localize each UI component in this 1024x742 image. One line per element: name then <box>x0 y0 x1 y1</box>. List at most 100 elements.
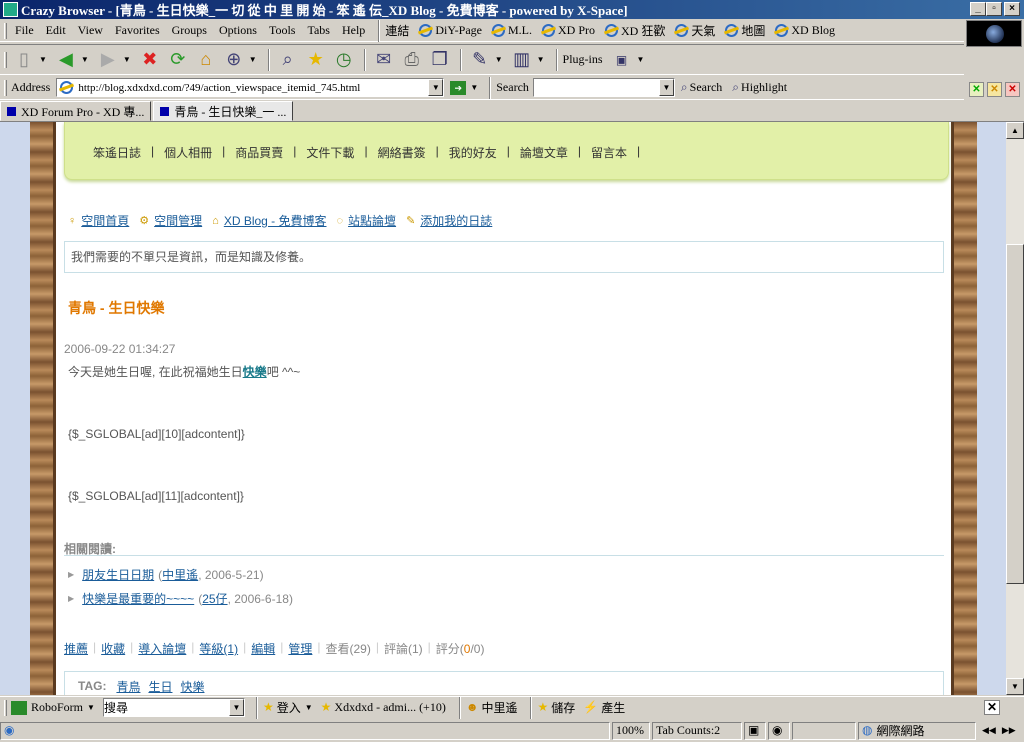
edit-link[interactable]: 編輯 <box>251 640 275 657</box>
login-button[interactable]: ★ 登入 ▼ <box>263 699 313 716</box>
link-ml[interactable]: M.L. <box>492 23 532 38</box>
search-icon[interactable]: ⌕ <box>275 47 301 73</box>
home-icon[interactable]: ⌂ <box>193 47 219 73</box>
roboform-search-dropdown-icon[interactable]: ▼ <box>228 699 244 716</box>
link-xd-pro[interactable]: XD Pro <box>542 23 595 38</box>
menu-tabs[interactable]: Tabs <box>303 23 334 38</box>
forward-icon[interactable]: ▶ <box>95 47 121 73</box>
close-window-button[interactable]: × <box>1004 2 1020 16</box>
quicklink-xd-blog[interactable]: ⌂ XD Blog - 免費博客 <box>212 212 326 229</box>
nav-item-guestbook[interactable]: 留言本 <box>591 144 627 161</box>
roboform-menu[interactable]: RoboForm ▼ <box>11 700 95 715</box>
plugins-label[interactable]: Plug-ins <box>563 52 603 67</box>
import-forum-link[interactable]: 導入論壇 <box>138 640 186 657</box>
vertical-scrollbar[interactable]: ▲ ▼ <box>1006 122 1024 695</box>
status-prev-icon[interactable]: ◀◀ <box>982 725 996 736</box>
nav-item-forum-posts[interactable]: 論壇文章 <box>520 144 568 161</box>
rating-link[interactable]: 等級(1) <box>199 640 238 657</box>
tag-link[interactable]: 生日 <box>148 678 172 695</box>
plugin-dropdown-icon[interactable]: ▼ <box>637 55 645 64</box>
plugin-icon[interactable]: ▣ <box>609 47 635 73</box>
menu-favorites[interactable]: Favorites <box>111 23 164 38</box>
edit-dropdown-icon[interactable]: ▼ <box>495 55 503 64</box>
nav-item-files[interactable]: 文件下載 <box>306 144 354 161</box>
favorites-star-icon[interactable]: ★ <box>303 47 329 73</box>
menu-file[interactable]: File <box>11 23 38 38</box>
tile-orange-icon[interactable]: ✕ <box>987 82 1002 97</box>
tag-link[interactable]: 青鳥 <box>116 678 140 695</box>
scroll-down-icon[interactable]: ▼ <box>1006 678 1024 695</box>
quicklink-home[interactable]: ♀ 空間首頁 <box>68 212 129 229</box>
back-icon[interactable]: ◀ <box>53 47 79 73</box>
tag-link[interactable]: 快樂 <box>180 678 204 695</box>
quicklink-forum[interactable]: ◌ 站點論壇 <box>337 212 397 229</box>
generate-button[interactable]: ⚡ 產生 <box>583 699 625 716</box>
new-dropdown-icon[interactable]: ▼ <box>39 55 47 64</box>
related-item-link[interactable]: 朋友生日日期 <box>82 566 154 583</box>
close-roboform-icon[interactable]: ✕ <box>984 700 1000 715</box>
related-item-author[interactable]: 25仔 <box>202 590 227 607</box>
new-window-icon[interactable]: ❐ <box>427 47 453 73</box>
save-button[interactable]: ★ 儲存 <box>537 699 575 716</box>
highlight-icon: ⌕ <box>732 80 740 94</box>
minimize-button[interactable]: _ <box>970 2 986 16</box>
nav-item-market[interactable]: 商品買賣 <box>235 144 283 161</box>
nav-item-friends[interactable]: 我的好友 <box>449 144 497 161</box>
link-diy-page[interactable]: DiY-Page <box>419 23 482 38</box>
manage-link[interactable]: 管理 <box>288 640 312 657</box>
address-dropdown-icon[interactable]: ▼ <box>428 79 444 96</box>
zoom-icon[interactable]: ⊕ <box>221 47 247 73</box>
link-xd-party[interactable]: XD 狂歡 <box>605 22 665 39</box>
menu-help[interactable]: Help <box>338 23 369 38</box>
zoom-level[interactable]: 100% <box>612 721 650 740</box>
go-dropdown-icon[interactable]: ▼ <box>470 83 478 92</box>
tab-xd-forum[interactable]: XD Forum Pro - XD 專... <box>0 101 152 121</box>
highlight-button[interactable]: ⌕ Highlight <box>732 80 787 95</box>
close-tab-icon[interactable]: ✕ <box>1005 82 1020 97</box>
tab-birthday-post[interactable]: 青鳥 - 生日快樂_一 ... <box>153 101 294 121</box>
new-page-icon[interactable]: ▯ <box>11 47 37 73</box>
tile-windows-icon[interactable]: ▥ <box>509 47 535 73</box>
link-weather[interactable]: 天氣 <box>675 22 715 39</box>
history-icon[interactable]: ◷ <box>331 47 357 73</box>
zoom-dropdown-icon[interactable]: ▼ <box>249 55 257 64</box>
refresh-icon[interactable]: ⟳ <box>165 47 191 73</box>
search-dropdown-icon[interactable]: ▼ <box>658 79 674 96</box>
stop-icon[interactable]: ✖ <box>137 47 163 73</box>
tile-green-icon[interactable]: ✕ <box>969 82 984 97</box>
post-keyword-link[interactable]: 快樂 <box>243 365 267 379</box>
nav-item-album[interactable]: 個人相冊 <box>164 144 212 161</box>
scroll-up-icon[interactable]: ▲ <box>1006 122 1024 139</box>
menu-options[interactable]: Options <box>215 23 261 38</box>
print-icon[interactable]: ⎙ <box>399 47 425 73</box>
quicklink-add-diary[interactable]: ✎ 添加我的日誌 <box>406 212 492 229</box>
roboform-search-input[interactable]: 搜尋 ▼ <box>102 698 245 717</box>
forward-dropdown-icon[interactable]: ▼ <box>123 55 131 64</box>
related-item-author[interactable]: 中里遙 <box>162 566 198 583</box>
favorite-link[interactable]: 收藏 <box>101 640 125 657</box>
recommend-link[interactable]: 推薦 <box>64 640 88 657</box>
nav-item-diary[interactable]: 笨遙日誌 <box>93 144 141 161</box>
edit-icon[interactable]: ✎ <box>467 47 493 73</box>
address-input[interactable]: http://blog.xdxdxd.com/?49/action_viewsp… <box>56 78 445 97</box>
account-passcard[interactable]: ★ Xdxdxd - admi... (+10) <box>321 700 446 715</box>
tile-dropdown-icon[interactable]: ▼ <box>537 55 545 64</box>
quicklink-manage[interactable]: ⚙ 空間管理 <box>139 212 202 229</box>
identity-button[interactable]: ☻ 中里遙 <box>466 699 518 716</box>
nav-item-bookmarks[interactable]: 網絡書簽 <box>378 144 426 161</box>
restore-button[interactable]: ▫ <box>986 2 1002 16</box>
link-xd-blog[interactable]: XD Blog <box>775 23 835 38</box>
menu-groups[interactable]: Groups <box>168 23 211 38</box>
status-next-icon[interactable]: ▶▶ <box>1002 725 1016 736</box>
link-map[interactable]: 地圖 <box>725 22 765 39</box>
search-button[interactable]: ⌕ Search <box>681 80 722 95</box>
go-arrow-icon[interactable]: ➔ <box>450 80 467 95</box>
menu-tools[interactable]: Tools <box>265 23 300 38</box>
mail-icon[interactable]: ✉ <box>371 47 397 73</box>
scroll-thumb[interactable] <box>1006 244 1024 584</box>
menu-view[interactable]: View <box>74 23 107 38</box>
search-input[interactable]: ▼ <box>532 78 675 97</box>
back-dropdown-icon[interactable]: ▼ <box>81 55 89 64</box>
menu-edit[interactable]: Edit <box>42 23 70 38</box>
related-item-link[interactable]: 快樂是最重要的~~~~ <box>82 590 194 607</box>
